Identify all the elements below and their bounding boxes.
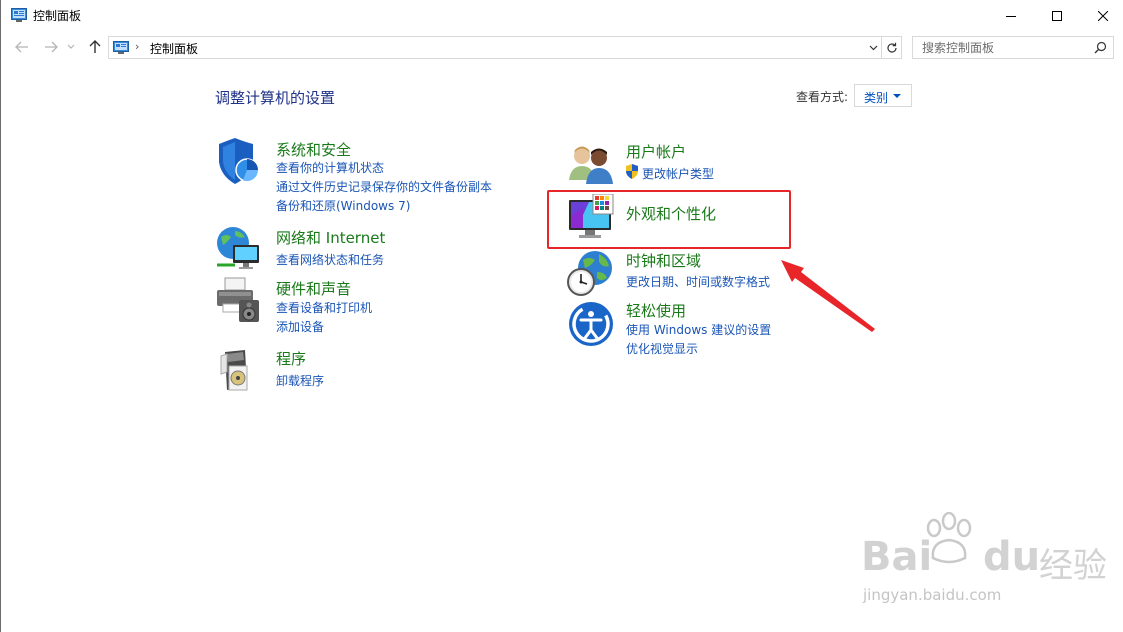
link-windows-recommended-settings[interactable]: 使用 Windows 建议的设置 (626, 321, 771, 338)
ease-of-access-icon[interactable] (567, 300, 615, 348)
chevron-down-icon (869, 45, 878, 50)
watermark-brand-right: du (983, 534, 1041, 580)
annotation-arrow-icon (781, 260, 875, 332)
clock-globe-icon[interactable] (567, 250, 615, 298)
up-button[interactable] (86, 39, 104, 55)
baidu-watermark: Bai du 经验 jingyan.baidu.com (861, 512, 1111, 612)
category-title[interactable]: 程序 (276, 348, 306, 369)
chevron-down-icon (67, 44, 75, 49)
minimize-button[interactable] (988, 0, 1034, 31)
maximize-icon (1052, 10, 1062, 21)
link-check-computer-status[interactable]: 查看你的计算机状态 (276, 159, 384, 176)
category-title[interactable]: 系统和安全 (276, 139, 351, 160)
network-icon[interactable] (215, 225, 263, 273)
link-change-date-time-format[interactable]: 更改日期、时间或数字格式 (626, 273, 770, 290)
shield-icon[interactable] (215, 138, 263, 186)
page-heading: 调整计算机的设置 (215, 89, 336, 107)
link-devices-printers[interactable]: 查看设备和打印机 (276, 299, 372, 316)
title-bar[interactable]: 控制面板 (1, 0, 1123, 31)
category-title[interactable]: 时钟和区域 (626, 250, 701, 271)
category-title[interactable]: 轻松使用 (626, 300, 686, 321)
link-change-account-type[interactable]: 更改帐户类型 (642, 165, 714, 182)
window-title: 控制面板 (33, 9, 82, 23)
breadcrumb-separator-icon[interactable]: › (135, 40, 139, 53)
link-file-history-backup[interactable]: 通过文件历史记录保存你的文件备份副本 (276, 178, 492, 195)
view-by-value: 类别 (864, 91, 889, 105)
recent-locations-button[interactable] (65, 39, 77, 55)
link-add-device[interactable]: 添加设备 (276, 318, 324, 335)
back-arrow-icon (15, 41, 28, 53)
category-title[interactable]: 用户帐户 (626, 141, 686, 162)
control-panel-icon (11, 8, 27, 22)
printer-icon[interactable] (215, 276, 263, 324)
link-optimize-visual-display[interactable]: 优化视觉显示 (626, 340, 698, 357)
close-button[interactable] (1080, 0, 1123, 31)
watermark-brand-cn: 经验 (1039, 546, 1107, 586)
search-icon[interactable] (1094, 41, 1107, 54)
uac-shield-icon (626, 164, 638, 179)
link-backup-restore[interactable]: 备份和还原(Windows 7) (276, 197, 410, 214)
category-title[interactable]: 网络和 Internet (276, 227, 385, 248)
dropdown-caret-icon (893, 94, 901, 98)
search-input[interactable] (913, 37, 1091, 58)
link-uninstall-program[interactable]: 卸载程序 (276, 372, 324, 389)
up-arrow-icon (89, 40, 101, 53)
view-by-label: 查看方式: (796, 90, 849, 104)
search-box[interactable] (912, 36, 1114, 59)
watermark-url: jingyan.baidu.com (863, 586, 1002, 604)
control-panel-window: 控制面板 › 控制面板 搜索控制面板 调整计算机的设置 查看方式: 类别 系统和… (0, 0, 1123, 632)
control-panel-icon (113, 41, 129, 54)
forward-button[interactable] (42, 39, 60, 55)
back-button[interactable] (13, 39, 31, 55)
address-bar[interactable]: › 控制面板 (108, 36, 882, 59)
annotation-highlight-box (547, 190, 791, 249)
users-icon[interactable] (567, 140, 615, 188)
maximize-button[interactable] (1034, 0, 1080, 31)
close-icon (1098, 10, 1108, 21)
address-history-dropdown[interactable] (865, 37, 881, 58)
category-title[interactable]: 硬件和声音 (276, 278, 351, 299)
breadcrumb-control-panel[interactable]: 控制面板 (150, 40, 198, 57)
link-network-status[interactable]: 查看网络状态和任务 (276, 251, 384, 268)
refresh-button[interactable] (882, 36, 902, 59)
view-by-dropdown[interactable]: 类别 (854, 84, 912, 107)
minimize-icon (1006, 15, 1016, 17)
forward-arrow-icon (45, 41, 58, 53)
watermark-brand-left: Bai (861, 534, 933, 580)
refresh-icon (886, 42, 897, 53)
programs-icon[interactable] (215, 346, 263, 394)
